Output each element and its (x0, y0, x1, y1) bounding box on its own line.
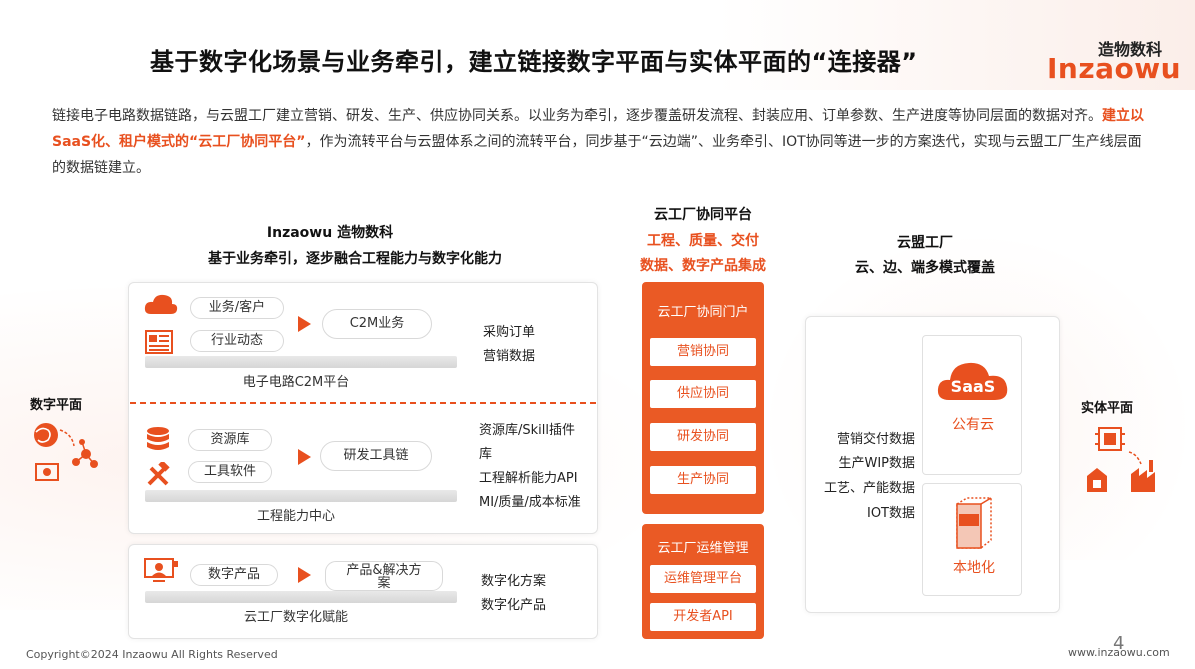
public-cloud-card: SaaS 公有云 (922, 335, 1022, 475)
production-collab-button[interactable]: 生产协同 (650, 466, 756, 494)
platform-c2m-label: 电子电路C2M平台 (242, 375, 350, 390)
digital-product-icon (144, 558, 178, 582)
pill-digital-product: 数字产品 (190, 564, 278, 586)
left-heading-company: Inzaowu 造物数科 (266, 225, 394, 241)
platform-c2m (145, 356, 457, 368)
pill-rd-toolchain: 研发工具链 (320, 441, 432, 471)
copyright: Copyright©2024 Inzaowu All Rights Reserv… (26, 648, 278, 661)
website-link[interactable]: www.inzaowu.com (1068, 646, 1170, 659)
cloud-icon (144, 294, 178, 314)
pill-product-solution: 产品&解决方案 (325, 561, 443, 591)
pill-c2m-business: C2M业务 (322, 309, 432, 339)
tools-icon (147, 462, 170, 486)
middle-heading-line3: 数据、数字产品集成 (640, 258, 766, 274)
local-label: 本地化 (953, 560, 995, 576)
collaboration-portal: 云工厂协同门户 营销协同 供应协同 研发协同 生产协同 (642, 282, 764, 514)
platform-engineering (145, 490, 457, 502)
data-item-wip: 生产WIP数据 (838, 456, 915, 471)
arrow-right-icon (298, 449, 311, 465)
ops-title: 云工厂运维管理 (657, 541, 749, 556)
section-divider (130, 402, 596, 404)
data-item-marketing: 营销交付数据 (836, 432, 915, 447)
right-heading-modes: 云、边、端多模式覆盖 (855, 260, 995, 276)
ops-management: 云工厂运维管理 运维管理平台 开发者API (642, 524, 764, 639)
saas-text: SaaS (951, 377, 996, 396)
c2m-side-2: 营销数据 (483, 349, 536, 364)
database-icon (147, 427, 169, 450)
arrow-right-icon (298, 567, 311, 583)
eng-side-1: 资源库/Skill插件 (479, 423, 575, 438)
middle-heading-platform: 云工厂协同平台 (654, 207, 752, 223)
news-icon (145, 330, 173, 354)
developer-api-button[interactable]: 开发者API (650, 603, 756, 631)
platform-digital-label: 云工厂数字化赋能 (243, 610, 348, 625)
pill-resource-library: 资源库 (188, 429, 272, 451)
supply-collab-button[interactable]: 供应协同 (650, 380, 756, 408)
portal-title: 云工厂协同门户 (657, 305, 749, 320)
public-cloud-label: 公有云 (952, 417, 994, 433)
arrow-right-icon (298, 316, 311, 332)
local-deployment-card: 本地化 (922, 483, 1022, 596)
ops-platform-button[interactable]: 运维管理平台 (650, 565, 756, 593)
pill-industry-news: 行业动态 (190, 330, 284, 352)
middle-heading-line2: 工程、质量、交付 (647, 233, 759, 249)
left-heading-subtitle: 基于业务牵引，逐步融合工程能力与数字化能力 (208, 251, 502, 267)
page-title: 基于数字化场景与业务牵引，建立链接数字平面与实体平面的“连接器” (150, 48, 918, 76)
digital-plane-icon (34, 423, 98, 481)
saas-cloud-icon: SaaS (937, 362, 1008, 400)
physical-plane-label: 实体平面 (1081, 401, 1134, 416)
digital-side-1: 数字化方案 (481, 574, 547, 589)
rd-collab-button[interactable]: 研发协同 (650, 423, 756, 451)
platform-digital (145, 591, 457, 603)
intro-paragraph: 链接电子电路数据链路，与云盟工厂建立营销、研发、生产、供应协同关系。以业务为牵引… (52, 103, 1152, 181)
data-item-iot: IOT数据 (866, 506, 915, 521)
digital-side-2: 数字化产品 (481, 598, 547, 613)
pill-tool-software: 工具软件 (188, 461, 272, 483)
right-heading-factory: 云盟工厂 (897, 235, 953, 251)
platform-engineering-label: 工程能力中心 (256, 509, 335, 524)
physical-plane-icon (1087, 427, 1155, 492)
intro-text-1: 链接电子电路数据链路，与云盟工厂建立营销、研发、生产、供应协同关系。以业务为牵引… (52, 108, 1102, 124)
data-item-process: 工艺、产能数据 (823, 481, 915, 496)
c2m-side-1: 采购订单 (483, 325, 536, 340)
digital-plane-label: 数字平面 (30, 398, 83, 413)
logo-english: Inzaowu (1047, 52, 1182, 85)
server-box-icon (956, 497, 992, 549)
eng-side-4: MI/质量/成本标准 (479, 495, 581, 510)
eng-side-2: 库 (479, 447, 493, 462)
eng-side-3: 工程解析能力API (479, 471, 578, 486)
marketing-collab-button[interactable]: 营销协同 (650, 338, 756, 366)
pill-business-customer: 业务/客户 (190, 297, 284, 319)
